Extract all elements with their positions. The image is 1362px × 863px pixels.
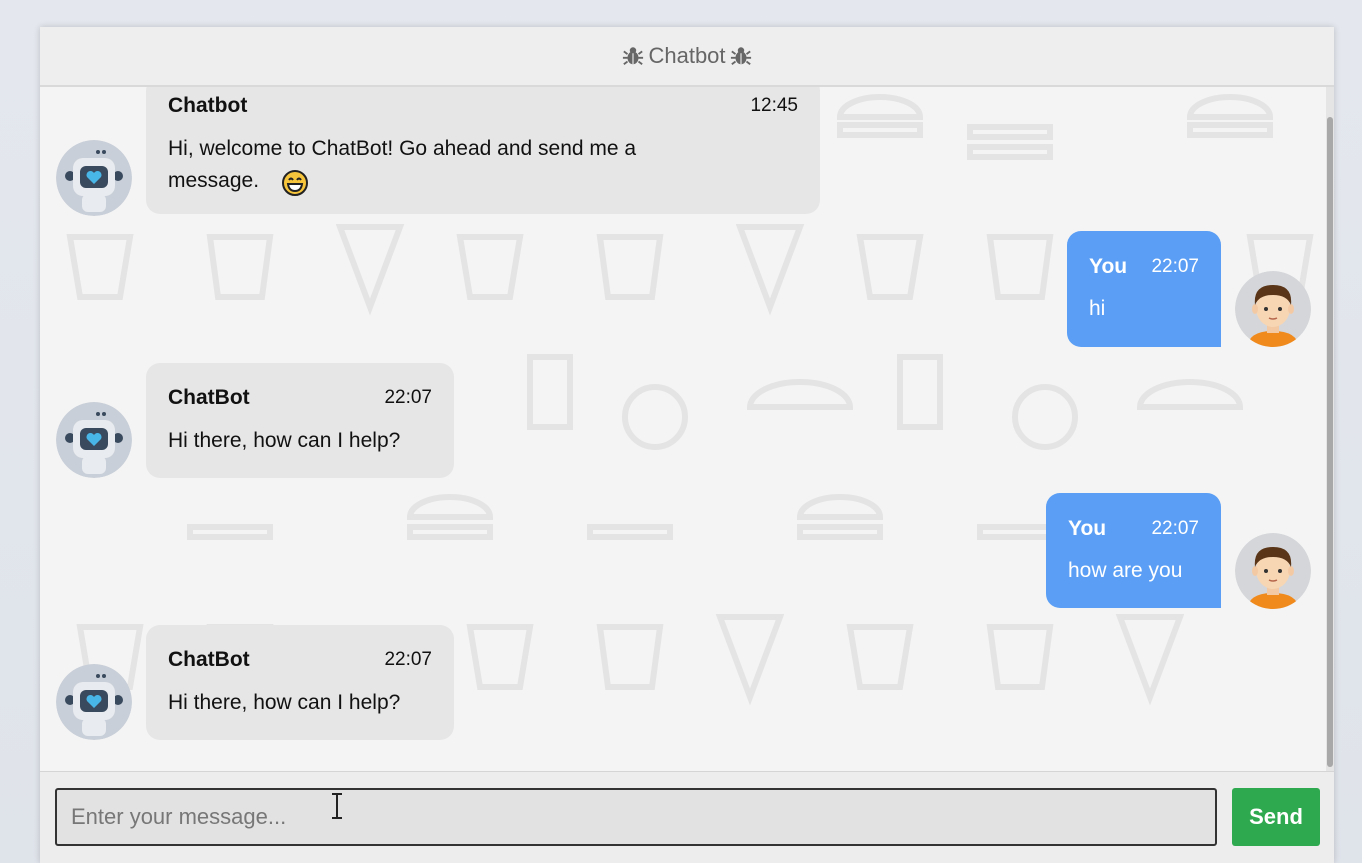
message-text: message. <box>168 169 260 192</box>
bot-avatar <box>56 664 132 740</box>
message-bubble: You 22:07 hi <box>1067 231 1221 347</box>
bug-icon <box>623 47 644 65</box>
message-input[interactable] <box>55 788 1217 846</box>
message-text: Hi, welcome to ChatBot! Go ahead and sen… <box>168 137 637 160</box>
chat-scrollbar[interactable] <box>1326 87 1334 771</box>
sender-name: ChatBot <box>168 648 250 671</box>
message-time: 22:07 <box>384 649 432 670</box>
person-icon <box>1235 271 1311 347</box>
message-time: 22:07 <box>1151 256 1199 277</box>
message-bubble: You 22:07 how are you <box>1046 493 1221 608</box>
message-input-bar: Send <box>40 771 1334 863</box>
message-time: 22:07 <box>1151 518 1199 539</box>
text-cursor-icon <box>332 793 342 819</box>
bot-avatar <box>56 402 132 478</box>
sender-name: ChatBot <box>168 386 250 409</box>
scrollbar-thumb[interactable] <box>1327 117 1333 767</box>
robot-icon <box>56 402 132 478</box>
sender-name: You <box>1068 517 1107 540</box>
robot-icon <box>56 664 132 740</box>
message-bubble: ChatBot 22:07 Hi there, how can I help? <box>146 363 454 478</box>
grinning-face-emoji <box>282 170 308 196</box>
message-bubble: ChatBot 22:07 Hi there, how can I help? <box>146 625 454 740</box>
chat-title: Chatbot <box>648 43 726 68</box>
user-avatar <box>1235 271 1311 347</box>
user-avatar <box>1235 533 1311 609</box>
bot-avatar <box>56 140 132 216</box>
bug-icon <box>730 47 751 65</box>
message-text: Hi there, how can I help? <box>168 691 401 714</box>
send-button[interactable]: Send <box>1232 788 1320 846</box>
message-text: hi <box>1089 297 1106 320</box>
message-list[interactable]: Chatbot 12:45 Hi, welcome to ChatBot! Go… <box>40 87 1328 771</box>
message-time: 12:45 <box>750 95 798 116</box>
robot-icon <box>56 140 132 216</box>
message-text: how are you <box>1068 559 1183 582</box>
message-bubble: Chatbot 12:45 Hi, welcome to ChatBot! Go… <box>146 87 820 214</box>
chat-window: Chatbot Chatbot 12:45 Hi, welcome to Cha… <box>40 27 1334 863</box>
message-text: Hi there, how can I help? <box>168 429 401 452</box>
sender-name: Chatbot <box>168 94 248 117</box>
message-time: 22:07 <box>384 387 432 408</box>
sender-name: You <box>1089 255 1128 278</box>
chat-header: Chatbot <box>40 27 1334 87</box>
person-icon <box>1235 533 1311 609</box>
